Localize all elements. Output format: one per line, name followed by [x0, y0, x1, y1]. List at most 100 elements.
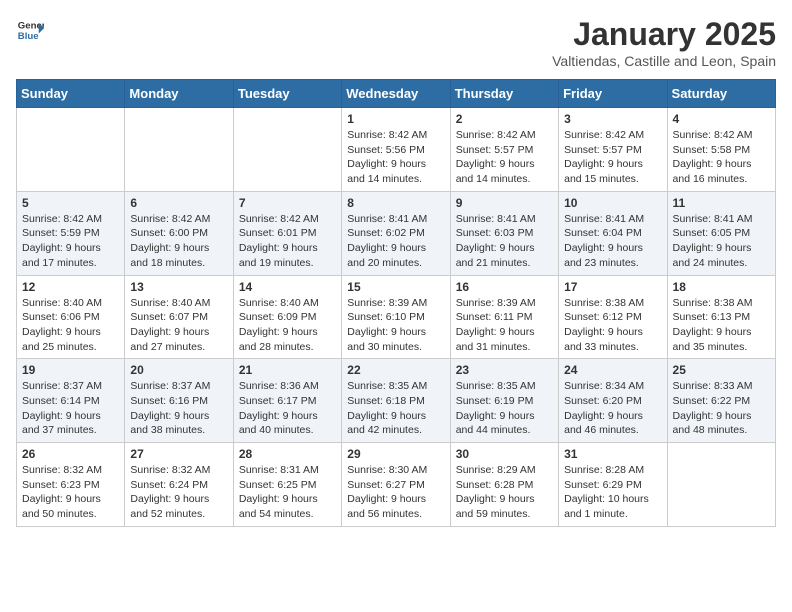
day-info: Sunrise: 8:39 AM Sunset: 6:11 PM Dayligh…	[456, 296, 553, 355]
day-info: Sunrise: 8:40 AM Sunset: 6:06 PM Dayligh…	[22, 296, 119, 355]
day-info: Sunrise: 8:37 AM Sunset: 6:14 PM Dayligh…	[22, 379, 119, 438]
day-number: 11	[673, 196, 770, 210]
calendar-cell: 7 Sunrise: 8:42 AM Sunset: 6:01 PM Daylig…	[233, 191, 341, 275]
calendar-week-row: 1Sunrise: 8:42 AM Sunset: 5:56 PM Daylig…	[17, 108, 776, 192]
column-header-tuesday: Tuesday	[233, 80, 341, 108]
day-number: 30	[456, 447, 553, 461]
day-number: 29	[347, 447, 444, 461]
day-number: 26	[22, 447, 119, 461]
calendar-week-row: 26 Sunrise: 8:32 AM Sunset: 6:23 PM Dayli…	[17, 443, 776, 527]
calendar-week-row: 19 Sunrise: 8:37 AM Sunset: 6:14 PM Dayli…	[17, 359, 776, 443]
column-header-sunday: Sunday	[17, 80, 125, 108]
calendar-cell: 28Sunrise: 8:31 AM Sunset: 6:25 PM Dayli…	[233, 443, 341, 527]
calendar-cell: 17 Sunrise: 8:38 AM Sunset: 6:12 PM Dayli…	[559, 275, 667, 359]
calendar-cell: 13 Sunrise: 8:40 AM Sunset: 6:07 PM Dayli…	[125, 275, 233, 359]
calendar-cell: 9Sunrise: 8:41 AM Sunset: 6:03 PM Daylig…	[450, 191, 558, 275]
day-number: 25	[673, 363, 770, 377]
day-info: Sunrise: 8:29 AM Sunset: 6:28 PM Dayligh…	[456, 463, 553, 522]
calendar-cell: 12 Sunrise: 8:40 AM Sunset: 6:06 PM Dayli…	[17, 275, 125, 359]
calendar-cell: 10 Sunrise: 8:41 AM Sunset: 6:04 PM Dayli…	[559, 191, 667, 275]
calendar-cell: 20 Sunrise: 8:37 AM Sunset: 6:16 PM Dayli…	[125, 359, 233, 443]
day-info: Sunrise: 8:33 AM Sunset: 6:22 PM Dayligh…	[673, 379, 770, 438]
calendar-week-row: 12 Sunrise: 8:40 AM Sunset: 6:06 PM Dayli…	[17, 275, 776, 359]
day-number: 1	[347, 112, 444, 126]
day-number: 21	[239, 363, 336, 377]
day-number: 3	[564, 112, 661, 126]
calendar-cell	[17, 108, 125, 192]
calendar-cell	[233, 108, 341, 192]
day-number: 31	[564, 447, 661, 461]
day-number: 4	[673, 112, 770, 126]
calendar-cell: 19 Sunrise: 8:37 AM Sunset: 6:14 PM Dayli…	[17, 359, 125, 443]
calendar-cell: 4 Sunrise: 8:42 AM Sunset: 5:58 PM Daylig…	[667, 108, 775, 192]
day-number: 17	[564, 280, 661, 294]
title-block: January 2025 Valtiendas, Castille and Le…	[552, 16, 776, 69]
day-number: 7	[239, 196, 336, 210]
column-header-friday: Friday	[559, 80, 667, 108]
calendar-cell: 22Sunrise: 8:35 AM Sunset: 6:18 PM Dayli…	[342, 359, 450, 443]
page-header: General Blue January 2025 Valtiendas, Ca…	[16, 16, 776, 69]
day-info: Sunrise: 8:41 AM Sunset: 6:04 PM Dayligh…	[564, 212, 661, 271]
day-info: Sunrise: 8:42 AM Sunset: 5:58 PM Dayligh…	[673, 128, 770, 187]
day-info: Sunrise: 8:36 AM Sunset: 6:17 PM Dayligh…	[239, 379, 336, 438]
day-info: Sunrise: 8:38 AM Sunset: 6:12 PM Dayligh…	[564, 296, 661, 355]
calendar-cell: 5 Sunrise: 8:42 AM Sunset: 5:59 PM Daylig…	[17, 191, 125, 275]
day-info: Sunrise: 8:42 AM Sunset: 5:57 PM Dayligh…	[564, 128, 661, 187]
day-info: Sunrise: 8:42 AM Sunset: 6:00 PM Dayligh…	[130, 212, 227, 271]
svg-text:Blue: Blue	[18, 31, 39, 42]
day-info: Sunrise: 8:42 AM Sunset: 6:01 PM Dayligh…	[239, 212, 336, 271]
day-info: Sunrise: 8:32 AM Sunset: 6:23 PM Dayligh…	[22, 463, 119, 522]
day-info: Sunrise: 8:35 AM Sunset: 6:18 PM Dayligh…	[347, 379, 444, 438]
day-info: Sunrise: 8:41 AM Sunset: 6:05 PM Dayligh…	[673, 212, 770, 271]
logo-icon: General Blue	[16, 16, 44, 44]
day-number: 15	[347, 280, 444, 294]
day-info: Sunrise: 8:40 AM Sunset: 6:07 PM Dayligh…	[130, 296, 227, 355]
day-number: 28	[239, 447, 336, 461]
calendar-table: SundayMondayTuesdayWednesdayThursdayFrid…	[16, 79, 776, 527]
day-number: 5	[22, 196, 119, 210]
day-number: 20	[130, 363, 227, 377]
day-info: Sunrise: 8:28 AM Sunset: 6:29 PM Dayligh…	[564, 463, 661, 522]
column-header-thursday: Thursday	[450, 80, 558, 108]
day-number: 24	[564, 363, 661, 377]
calendar-cell: 25 Sunrise: 8:33 AM Sunset: 6:22 PM Dayli…	[667, 359, 775, 443]
day-number: 12	[22, 280, 119, 294]
calendar-cell: 3 Sunrise: 8:42 AM Sunset: 5:57 PM Daylig…	[559, 108, 667, 192]
day-number: 8	[347, 196, 444, 210]
day-info: Sunrise: 8:32 AM Sunset: 6:24 PM Dayligh…	[130, 463, 227, 522]
calendar-cell: 2 Sunrise: 8:42 AM Sunset: 5:57 PM Daylig…	[450, 108, 558, 192]
column-header-wednesday: Wednesday	[342, 80, 450, 108]
column-header-monday: Monday	[125, 80, 233, 108]
calendar-cell: 15Sunrise: 8:39 AM Sunset: 6:10 PM Dayli…	[342, 275, 450, 359]
calendar-cell: 30 Sunrise: 8:29 AM Sunset: 6:28 PM Dayli…	[450, 443, 558, 527]
day-info: Sunrise: 8:40 AM Sunset: 6:09 PM Dayligh…	[239, 296, 336, 355]
calendar-cell: 14 Sunrise: 8:40 AM Sunset: 6:09 PM Dayli…	[233, 275, 341, 359]
calendar-cell: 11 Sunrise: 8:41 AM Sunset: 6:05 PM Dayli…	[667, 191, 775, 275]
day-info: Sunrise: 8:35 AM Sunset: 6:19 PM Dayligh…	[456, 379, 553, 438]
calendar-cell	[125, 108, 233, 192]
day-number: 16	[456, 280, 553, 294]
calendar-cell: 27Sunrise: 8:32 AM Sunset: 6:24 PM Dayli…	[125, 443, 233, 527]
calendar-cell: 29Sunrise: 8:30 AM Sunset: 6:27 PM Dayli…	[342, 443, 450, 527]
day-info: Sunrise: 8:41 AM Sunset: 6:02 PM Dayligh…	[347, 212, 444, 271]
day-number: 19	[22, 363, 119, 377]
day-info: Sunrise: 8:38 AM Sunset: 6:13 PM Dayligh…	[673, 296, 770, 355]
day-info: Sunrise: 8:37 AM Sunset: 6:16 PM Dayligh…	[130, 379, 227, 438]
day-number: 13	[130, 280, 227, 294]
calendar-cell	[667, 443, 775, 527]
logo: General Blue	[16, 16, 44, 44]
calendar-header-row: SundayMondayTuesdayWednesdayThursdayFrid…	[17, 80, 776, 108]
calendar-cell: 16 Sunrise: 8:39 AM Sunset: 6:11 PM Dayli…	[450, 275, 558, 359]
day-info: Sunrise: 8:34 AM Sunset: 6:20 PM Dayligh…	[564, 379, 661, 438]
day-number: 23	[456, 363, 553, 377]
calendar-subtitle: Valtiendas, Castille and Leon, Spain	[552, 53, 776, 69]
day-number: 14	[239, 280, 336, 294]
calendar-cell: 8 Sunrise: 8:41 AM Sunset: 6:02 PM Daylig…	[342, 191, 450, 275]
calendar-cell: 21 Sunrise: 8:36 AM Sunset: 6:17 PM Dayli…	[233, 359, 341, 443]
day-number: 10	[564, 196, 661, 210]
day-number: 2	[456, 112, 553, 126]
day-info: Sunrise: 8:42 AM Sunset: 5:57 PM Dayligh…	[456, 128, 553, 187]
day-info: Sunrise: 8:42 AM Sunset: 5:59 PM Dayligh…	[22, 212, 119, 271]
calendar-title: January 2025	[552, 16, 776, 53]
day-info: Sunrise: 8:41 AM Sunset: 6:03 PM Dayligh…	[456, 212, 553, 271]
